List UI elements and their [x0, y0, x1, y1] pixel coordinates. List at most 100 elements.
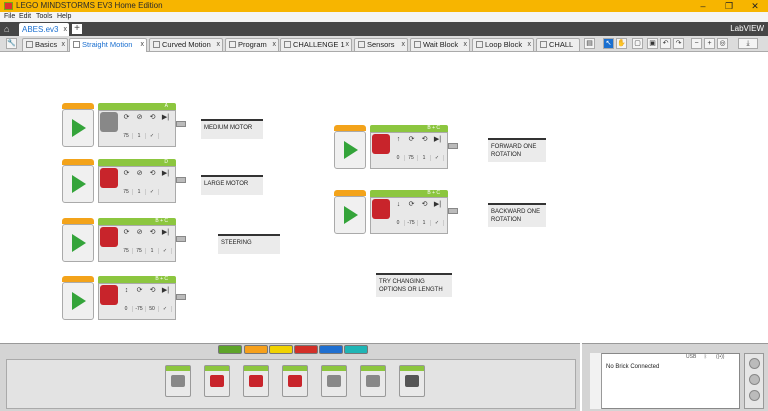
close-icon[interactable]: x — [217, 39, 221, 51]
program-block-steering[interactable]: B + C ⟳ ⊘ ⟲ ▶| 75 75 1 ✓ — [62, 218, 186, 264]
download-icon[interactable] — [749, 358, 760, 369]
start-block[interactable] — [62, 282, 94, 320]
brake-value[interactable]: ✓ — [146, 133, 159, 139]
close-icon[interactable]: x — [346, 39, 350, 51]
run-selected-icon[interactable] — [749, 390, 760, 401]
comment-tool-icon[interactable]: ▢ — [632, 38, 643, 49]
palette-tab-data[interactable] — [294, 345, 318, 354]
port-label[interactable]: B + C — [427, 190, 440, 197]
medium-motor-icon[interactable] — [100, 112, 118, 132]
sequence-plug[interactable] — [176, 121, 186, 127]
palette-tab-flow[interactable] — [244, 345, 268, 354]
rotations-value[interactable]: 1 — [418, 155, 431, 161]
power-value[interactable]: -75 — [133, 306, 146, 312]
palette-large-motor-block[interactable] — [204, 365, 230, 397]
close-icon[interactable]: x — [62, 39, 66, 51]
tab-challenge-2[interactable]: CHALL — [536, 38, 580, 51]
palette-tab-action[interactable] — [218, 345, 242, 354]
sequence-plug[interactable] — [176, 236, 186, 242]
degrees-value[interactable]: 50 — [146, 306, 159, 312]
tab-sensors[interactable]: Sensors x — [354, 38, 408, 51]
program-block-steering-2[interactable]: B + C ↕ ⟳ ⟲ ▶| 0 -75 50 ✓ — [62, 276, 186, 322]
port-label[interactable]: A — [165, 103, 168, 110]
content-editor-icon[interactable]: ▤ — [584, 38, 595, 49]
palette-tab-myblocks[interactable] — [344, 345, 368, 354]
move-steering-icon[interactable] — [372, 199, 390, 219]
project-tab[interactable]: ABES.ev3 x — [19, 23, 69, 36]
tab-loop-block[interactable]: Loop Block x — [472, 38, 534, 51]
program-block-large-motor[interactable]: D ⟳ ⊘ ⟲ ▶| 75 1 ✓ — [62, 159, 186, 205]
close-icon[interactable]: x — [528, 39, 532, 51]
comment-backward[interactable]: BACKWARD ONE ROTATION — [488, 203, 546, 227]
tab-curved-motion[interactable]: Curved Motion x — [149, 38, 223, 51]
hardware-tabs[interactable] — [590, 353, 602, 409]
brake-value[interactable]: ✓ — [431, 155, 444, 161]
steering-value[interactable]: 0 — [392, 220, 405, 226]
comment-forward[interactable]: FORWARD ONE ROTATION — [488, 138, 546, 162]
menu-file[interactable]: File — [4, 13, 15, 20]
minimize-button[interactable]: – — [690, 0, 716, 12]
left-power-value[interactable]: 75 — [120, 248, 133, 254]
pan-tool-icon[interactable]: ✋ — [616, 38, 627, 49]
select-tool-icon[interactable]: ↖ — [603, 38, 614, 49]
brake-value[interactable]: ✓ — [159, 248, 172, 254]
start-block[interactable] — [334, 196, 366, 234]
steering-value[interactable]: 0 — [392, 155, 405, 161]
tab-wait-block[interactable]: Wait Block x — [410, 38, 470, 51]
steering-value[interactable]: 0 — [120, 306, 133, 312]
port-label[interactable]: B + C — [155, 276, 168, 283]
brake-value[interactable]: ✓ — [159, 306, 172, 312]
port-label[interactable]: B + C — [427, 125, 440, 132]
start-block[interactable] — [334, 131, 366, 169]
lobby-icon[interactable]: ⌂ — [4, 24, 14, 34]
sequence-plug[interactable] — [176, 177, 186, 183]
move-steering-icon[interactable] — [372, 134, 390, 154]
sequence-plug[interactable] — [176, 294, 186, 300]
palette-brick-light-block[interactable] — [399, 365, 425, 397]
rotations-value[interactable]: 1 — [133, 189, 146, 195]
zoom-out-icon[interactable]: − — [691, 38, 702, 49]
close-icon[interactable]: x — [402, 39, 406, 51]
close-button[interactable]: ✕ — [742, 0, 768, 12]
start-block[interactable] — [62, 109, 94, 147]
run-icon[interactable] — [749, 374, 760, 385]
port-label[interactable]: B + C — [155, 218, 168, 225]
save-icon[interactable]: ▣ — [647, 38, 658, 49]
power-value[interactable]: 75 — [120, 133, 133, 139]
power-value[interactable]: -75 — [405, 220, 418, 226]
palette-display-block[interactable] — [321, 365, 347, 397]
palette-move-steering-block[interactable] — [243, 365, 269, 397]
menu-edit[interactable]: Edit — [19, 13, 31, 20]
comment-steering[interactable]: STEERING — [218, 234, 280, 254]
large-motor-icon[interactable] — [100, 168, 118, 188]
comment-try-changing[interactable]: TRY CHANGING OPTIONS OR LENGTH — [376, 273, 452, 297]
port-label[interactable]: D — [164, 159, 168, 166]
project-properties-icon[interactable]: 🔧 — [6, 38, 17, 49]
rotations-value[interactable]: 1 — [133, 133, 146, 139]
start-block[interactable] — [62, 165, 94, 203]
sequence-plug[interactable] — [448, 143, 458, 149]
download-icon[interactable]: ⤓ — [738, 38, 758, 49]
brake-value[interactable]: ✓ — [146, 189, 159, 195]
palette-medium-motor-block[interactable] — [165, 365, 191, 397]
zoom-in-icon[interactable]: + — [704, 38, 715, 49]
close-icon[interactable]: x — [464, 39, 468, 51]
maximize-button[interactable]: ❐ — [716, 0, 742, 12]
zoom-reset-icon[interactable]: ◎ — [717, 38, 728, 49]
rotations-value[interactable]: 1 — [146, 248, 159, 254]
comment-medium-motor[interactable]: MEDIUM MOTOR — [201, 119, 263, 139]
redo-icon[interactable]: ↷ — [673, 38, 684, 49]
palette-sound-block[interactable] — [360, 365, 386, 397]
move-tank-icon[interactable] — [100, 227, 118, 247]
program-block-medium-motor[interactable]: A ⟳ ⊘ ⟲ ▶| 75 1 ✓ — [62, 103, 186, 149]
move-steering-icon[interactable] — [100, 285, 118, 305]
rotations-value[interactable]: 1 — [418, 220, 431, 226]
add-project-button[interactable]: + — [72, 24, 82, 34]
tab-program[interactable]: Program x — [225, 38, 279, 51]
tab-basics[interactable]: Basics x — [22, 38, 68, 51]
start-block[interactable] — [62, 224, 94, 262]
palette-tab-advanced[interactable] — [319, 345, 343, 354]
power-value[interactable]: 75 — [120, 189, 133, 195]
undo-icon[interactable]: ↶ — [660, 38, 671, 49]
power-value[interactable]: 75 — [405, 155, 418, 161]
